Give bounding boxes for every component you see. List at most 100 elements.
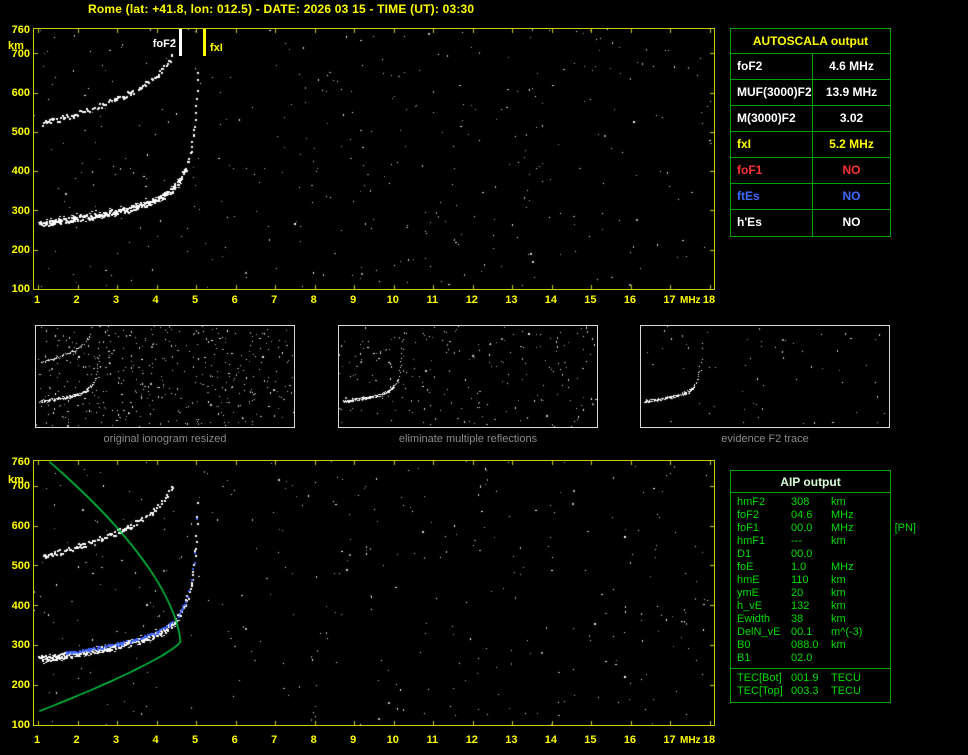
aip-param-label: ymE (737, 587, 759, 599)
thumbnail-caption-original: original ionogram resized (103, 433, 227, 445)
autoscala-param-value: 5.2 MHz (829, 137, 874, 151)
aip-param-unit: km (831, 600, 846, 612)
aip-param-value: 00.0 (791, 548, 813, 560)
aip-param-unit: m^(-3) (831, 626, 863, 638)
aip-note: [PN] (894, 522, 916, 534)
aip-param-value: 110 (791, 574, 809, 586)
aip-param-label: foF2 (737, 509, 760, 521)
x-axis-tick-label: 11 (426, 294, 439, 306)
y-axis-tick-label: 760 (11, 456, 30, 468)
x-axis-tick-label: 12 (465, 294, 478, 306)
aip-param-label: foE (737, 561, 754, 573)
aip-param-value: 308 (791, 496, 810, 508)
autoscala-row: foF2 4.6 MHz (731, 54, 890, 80)
x-axis-tick-label: 4 (152, 734, 159, 746)
autoscala-param-value: NO (842, 215, 861, 229)
aip-param-label: hmE (737, 574, 760, 586)
aip-param-value: 003.3 (791, 685, 819, 697)
aip-row: B0 088.0 km (731, 639, 890, 652)
aip-param-label: h_vE (737, 600, 763, 612)
thumbnail-f2-canvas (641, 326, 889, 427)
aip-param-unit: km (831, 613, 846, 625)
thumbnail-original-ionogram (35, 325, 295, 428)
autoscala-row: MUF(3000)F2 13.9 MHz (731, 80, 890, 106)
y-axis-tick-label: 600 (11, 86, 30, 99)
page-title: Rome (lat: +41.8, lon: 012.5) - DATE: 20… (88, 2, 475, 16)
bottom-ionogram-plot (33, 460, 715, 726)
aip-param-value: 00.1 (791, 626, 813, 638)
autoscala-row: M(3000)F2 3.02 (731, 106, 890, 132)
thumbnail-caption-reflections: eliminate multiple reflections (398, 433, 538, 445)
aip-row: DelN_vE 00.1 m^(-3) (731, 626, 890, 639)
x-axis-tick-label: 7 (271, 734, 278, 746)
autoscala-param-label: MUF(3000)F2 (731, 80, 813, 105)
aip-param-label: hmF2 (737, 496, 766, 508)
aip-row: TEC[Top] 003.3 TECU (731, 685, 890, 698)
x-axis-tick-label: 2 (73, 734, 80, 746)
aip-param-value: 38 (791, 613, 804, 625)
bottom-plot-y-axis: 760 700 600 500 400 300 200 100 (2, 456, 30, 732)
top-plot-y-axis: 760 700 600 500 400 300 200 100 (2, 24, 30, 295)
aip-param-label: Ewidth (737, 613, 771, 625)
x-axis-tick-label: 16 (623, 294, 637, 306)
aip-param-unit: km (831, 574, 846, 586)
x-axis-tick-label: 13 (505, 294, 518, 306)
y-axis-tick-label: 100 (11, 719, 30, 732)
x-axis-tick-label: 18 (702, 294, 716, 306)
x-axis-tick-label: 10 (386, 294, 399, 306)
aip-param-unit: TECU (831, 685, 861, 697)
autoscala-table: AUTOSCALA output foF2 4.6 MHz MUF(3000)F… (730, 28, 891, 237)
aip-param-unit: km (831, 639, 846, 651)
bottom-ionogram-canvas (34, 461, 714, 725)
y-axis-tick-label: 400 (11, 165, 30, 178)
autoscala-table-title: AUTOSCALA output (731, 29, 890, 54)
x-axis-tick-label: 15 (584, 294, 597, 306)
x-axis-tick-label: 2 (73, 294, 80, 306)
aip-param-value: 04.6 (791, 509, 813, 521)
aip-param-label: foF1 (737, 522, 760, 534)
aip-param-value: 00.0 (791, 522, 813, 534)
y-axis-tick-label: 500 (11, 126, 30, 139)
aip-param-value: 20 (791, 587, 804, 599)
y-axis-tick-label: 300 (11, 639, 30, 652)
x-axis-tick-label: 8 (310, 294, 317, 306)
aip-param-value: 02.0 (791, 652, 813, 664)
thumbnail-caption-f2: evidence F2 trace (721, 433, 809, 445)
fof2-marker-line (179, 29, 182, 56)
thumbnail-f2-trace (640, 325, 890, 428)
aip-param-value: 1.0 (791, 561, 807, 573)
autoscala-param-label: M(3000)F2 (731, 106, 813, 131)
x-axis-tick-label: 18 (702, 734, 716, 746)
aip-row: h_vE 132 km (731, 600, 890, 613)
x-axis-tick-label: 14 (544, 734, 557, 746)
aip-table-title: AIP output (731, 471, 890, 493)
aip-param-unit (831, 652, 890, 665)
aip-param-label: TEC[Bot] (737, 672, 782, 684)
thumbnail-reflections-removed (338, 325, 598, 428)
autoscala-param-value: 13.9 MHz (825, 85, 878, 99)
aip-param-unit: MHz (831, 509, 854, 521)
x-axis-tick-label: 8 (310, 734, 317, 746)
autoscala-param-value: NO (842, 163, 861, 177)
fxi-marker-line (203, 29, 206, 56)
aip-row: D1 00.0 (731, 548, 890, 561)
aip-param-label: TEC[Top] (737, 685, 783, 697)
aip-tec-list: TEC[Bot] 001.9 TECU TEC[Top] 003.3 TECU (731, 669, 890, 698)
autoscala-param-label: foF1 (731, 158, 813, 183)
aip-row: hmF1 --- km (731, 535, 890, 548)
x-axis-tick-label: 14 (544, 294, 557, 306)
aip-param-unit: MHz (831, 522, 854, 534)
x-axis-tick-label: 3 (112, 734, 120, 746)
fof2-marker-label: foF2 (152, 38, 176, 50)
autoscala-param-label: fxI (731, 132, 813, 157)
y-axis-tick-label: 600 (11, 519, 30, 532)
top-ionogram-canvas (34, 29, 714, 289)
aip-row: foF2 04.6 MHz (731, 509, 890, 522)
aip-row: hmE 110 km (731, 574, 890, 587)
top-ionogram-plot: foF2 fxI (33, 28, 715, 290)
autoscala-row: ftEs NO (731, 184, 890, 210)
y-axis-tick-label: 400 (11, 599, 30, 612)
aip-row: foF1 00.0 MHz [PN] (731, 522, 916, 535)
autoscala-param-value: 3.02 (839, 111, 864, 125)
y-axis-tick-label: 300 (11, 204, 30, 217)
